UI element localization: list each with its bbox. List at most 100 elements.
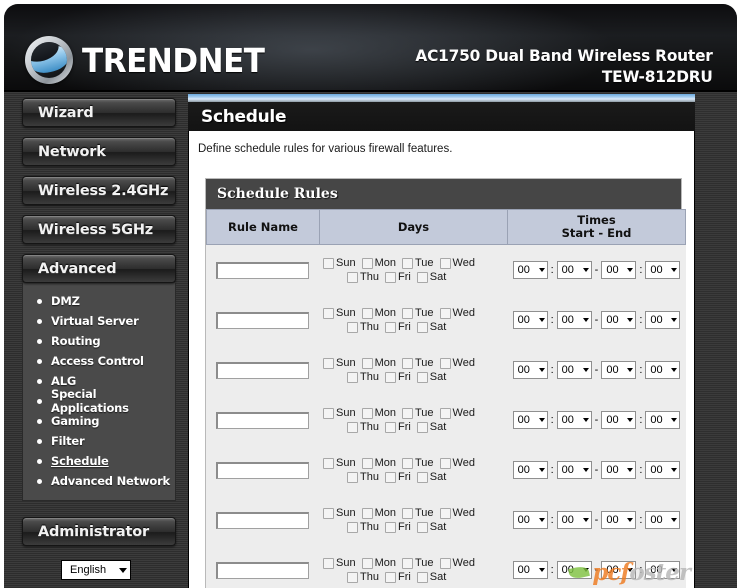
checkbox-icon[interactable] (384, 271, 396, 283)
day-checkbox-wed[interactable]: Wed (439, 456, 475, 470)
checkbox-icon[interactable] (384, 571, 396, 583)
rule-name-input[interactable] (215, 512, 309, 529)
checkbox-icon[interactable] (439, 257, 451, 269)
day-checkbox-thu[interactable]: Thu (347, 270, 379, 284)
checkbox-icon[interactable] (323, 457, 334, 469)
start-hour-select[interactable]: 00 (512, 311, 548, 329)
end-hour-select[interactable]: 00 (601, 411, 637, 429)
day-checkbox-sun[interactable]: Sun (323, 556, 356, 570)
day-checkbox-sat[interactable]: Sat (416, 420, 446, 434)
sidebar-item-wireless-5ghz[interactable]: Wireless 5GHz (22, 215, 176, 244)
day-checkbox-sun[interactable]: Sun (323, 256, 356, 270)
day-checkbox-sat[interactable]: Sat (416, 270, 446, 284)
day-checkbox-fri[interactable]: Fri (384, 570, 411, 584)
checkbox-icon[interactable] (347, 271, 358, 283)
checkbox-icon[interactable] (401, 457, 413, 469)
day-checkbox-mon[interactable]: Mon (361, 556, 396, 570)
checkbox-icon[interactable] (347, 521, 358, 533)
rule-name-input[interactable] (215, 462, 309, 479)
sidebar-item-schedule[interactable]: Schedule (23, 451, 175, 471)
day-checkbox-mon[interactable]: Mon (361, 356, 396, 370)
day-checkbox-thu[interactable]: Thu (347, 420, 379, 434)
start-minute-select[interactable]: 00 (556, 461, 592, 479)
end-hour-select[interactable]: 00 (601, 261, 637, 279)
day-checkbox-tue[interactable]: Tue (401, 556, 434, 570)
checkbox-icon[interactable] (361, 307, 373, 319)
sidebar-item-filter[interactable]: Filter (23, 431, 175, 451)
day-checkbox-wed[interactable]: Wed (439, 556, 475, 570)
rule-name-input[interactable] (215, 362, 309, 379)
sidebar-item-access-control[interactable]: Access Control (23, 351, 175, 371)
day-checkbox-fri[interactable]: Fri (384, 320, 411, 334)
day-checkbox-mon[interactable]: Mon (361, 406, 396, 420)
day-checkbox-sat[interactable]: Sat (416, 570, 446, 584)
day-checkbox-sat[interactable]: Sat (416, 370, 446, 384)
checkbox-icon[interactable] (439, 557, 451, 569)
day-checkbox-thu[interactable]: Thu (347, 320, 379, 334)
day-checkbox-sun[interactable]: Sun (323, 356, 356, 370)
day-checkbox-wed[interactable]: Wed (439, 406, 475, 420)
day-checkbox-sat[interactable]: Sat (416, 470, 446, 484)
sidebar-item-administrator[interactable]: Administrator (22, 517, 176, 546)
start-minute-select[interactable]: 00 (556, 561, 592, 579)
sidebar-item-routing[interactable]: Routing (23, 331, 175, 351)
start-hour-select[interactable]: 00 (512, 561, 548, 579)
start-hour-select[interactable]: 00 (512, 411, 548, 429)
sidebar-item-network[interactable]: Network (22, 137, 176, 166)
start-hour-select[interactable]: 00 (512, 461, 548, 479)
checkbox-icon[interactable] (361, 257, 373, 269)
start-minute-select[interactable]: 00 (556, 411, 592, 429)
day-checkbox-sat[interactable]: Sat (416, 520, 446, 534)
day-checkbox-fri[interactable]: Fri (384, 370, 411, 384)
day-checkbox-sun[interactable]: Sun (323, 406, 356, 420)
start-minute-select[interactable]: 00 (556, 361, 592, 379)
language-select[interactable]: English (61, 560, 131, 580)
checkbox-icon[interactable] (439, 357, 451, 369)
rule-name-input[interactable] (215, 262, 309, 279)
day-checkbox-tue[interactable]: Tue (401, 356, 434, 370)
checkbox-icon[interactable] (401, 507, 413, 519)
day-checkbox-fri[interactable]: Fri (384, 470, 411, 484)
checkbox-icon[interactable] (361, 507, 373, 519)
end-minute-select[interactable]: 00 (645, 261, 681, 279)
day-checkbox-tue[interactable]: Tue (401, 456, 434, 470)
checkbox-icon[interactable] (323, 507, 334, 519)
start-hour-select[interactable]: 00 (512, 361, 548, 379)
checkbox-icon[interactable] (384, 371, 396, 383)
start-minute-select[interactable]: 00 (556, 311, 592, 329)
checkbox-icon[interactable] (384, 471, 396, 483)
checkbox-icon[interactable] (401, 307, 413, 319)
end-minute-select[interactable]: 00 (645, 311, 681, 329)
day-checkbox-fri[interactable]: Fri (384, 420, 411, 434)
end-hour-select[interactable]: 00 (601, 511, 637, 529)
checkbox-icon[interactable] (401, 357, 413, 369)
day-checkbox-wed[interactable]: Wed (439, 356, 475, 370)
checkbox-icon[interactable] (361, 357, 373, 369)
day-checkbox-wed[interactable]: Wed (439, 506, 475, 520)
rule-name-input[interactable] (215, 562, 309, 579)
checkbox-icon[interactable] (323, 357, 334, 369)
checkbox-icon[interactable] (439, 507, 451, 519)
sidebar-item-dmz[interactable]: DMZ (23, 291, 175, 311)
checkbox-icon[interactable] (361, 557, 373, 569)
day-checkbox-tue[interactable]: Tue (401, 406, 434, 420)
checkbox-icon[interactable] (439, 457, 451, 469)
day-checkbox-fri[interactable]: Fri (384, 270, 411, 284)
checkbox-icon[interactable] (347, 471, 358, 483)
day-checkbox-sun[interactable]: Sun (323, 456, 356, 470)
day-checkbox-thu[interactable]: Thu (347, 370, 379, 384)
checkbox-icon[interactable] (439, 407, 451, 419)
sidebar-item-wireless-24ghz[interactable]: Wireless 2.4GHz (22, 176, 176, 205)
checkbox-icon[interactable] (401, 257, 413, 269)
sidebar-item-advanced-network[interactable]: Advanced Network (23, 471, 175, 491)
day-checkbox-thu[interactable]: Thu (347, 520, 379, 534)
end-hour-select[interactable]: 00 (601, 361, 637, 379)
day-checkbox-tue[interactable]: Tue (401, 506, 434, 520)
checkbox-icon[interactable] (323, 557, 334, 569)
sidebar-item-advanced[interactable]: Advanced (22, 254, 176, 283)
day-checkbox-sun[interactable]: Sun (323, 506, 356, 520)
checkbox-icon[interactable] (323, 407, 334, 419)
checkbox-icon[interactable] (384, 321, 396, 333)
rule-name-input[interactable] (215, 412, 309, 429)
checkbox-icon[interactable] (361, 407, 373, 419)
